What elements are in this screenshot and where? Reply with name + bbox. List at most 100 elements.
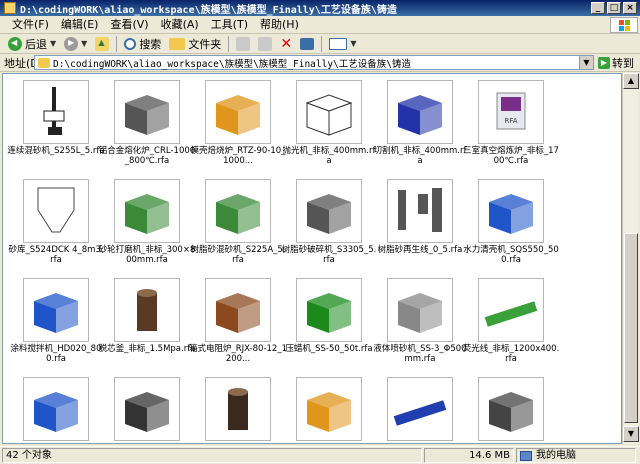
object-count: 42 个对象 (2, 448, 422, 463)
maximize-button[interactable]: □ (607, 2, 621, 14)
up-folder-icon (95, 36, 110, 51)
copy-to-button[interactable] (254, 35, 276, 53)
up-button[interactable] (91, 35, 113, 53)
gray-furnace-icon (114, 80, 180, 144)
scroll-up-button[interactable]: ▲ (623, 73, 639, 89)
computer-icon (520, 450, 532, 461)
total-size: 14.6 MB (424, 448, 514, 463)
back-button[interactable]: 后退 ▼ (4, 35, 60, 53)
menu-tools[interactable]: 工具(T) (205, 17, 254, 33)
folder-icon (4, 2, 16, 14)
menu-file[interactable]: 文件(F) (6, 17, 55, 33)
status-bar: 42 个对象 14.6 MB 我的电脑 (0, 446, 640, 464)
back-label: 后退 (25, 37, 47, 51)
search-label: 搜索 (139, 37, 162, 51)
file-item[interactable]: 涂料搅拌机_HD020_800.rfa (11, 274, 101, 374)
forward-button[interactable]: ▼ (60, 35, 91, 53)
wire-box-icon (296, 80, 362, 144)
file-item[interactable]: 连续混砂机_S255L_5.rfa (7, 76, 105, 176)
blue-conveyor-icon (387, 377, 453, 441)
file-name: 切割机_非标_400mm.rfa (373, 146, 467, 166)
chevron-down-icon[interactable]: ▼ (50, 39, 56, 48)
file-item[interactable]: 抛光机_非标_400mm.rfa (283, 76, 375, 176)
chevron-down-icon[interactable]: ▼ (350, 39, 356, 48)
file-item[interactable] (284, 373, 374, 443)
file-item[interactable]: RFA 三室真空熔炼炉_非标_1700℃.rfa (463, 76, 559, 176)
file-item[interactable] (193, 373, 283, 443)
scroll-down-button[interactable]: ▼ (623, 426, 639, 442)
gantry-mixer-icon (23, 80, 89, 144)
vertical-scrollbar[interactable]: ▲ ▼ (622, 73, 639, 444)
go-button[interactable]: ▶ 转到 (598, 55, 634, 71)
menu-view[interactable]: 查看(V) (104, 17, 154, 33)
menu-edit[interactable]: 编辑(E) (55, 17, 105, 33)
file-item[interactable]: 切割机_非标_400mm.rfa (374, 76, 466, 176)
file-item[interactable]: 树脂砂破碎机_S3305_5.rfa (282, 175, 376, 275)
folder-icon (169, 37, 186, 50)
zone-label: 我的电脑 (536, 450, 576, 461)
fluorescent-line-icon (478, 278, 544, 342)
cutting-machine-icon (387, 80, 453, 144)
file-name: 荧光线_非标_1200x400.rfa (462, 344, 560, 364)
folders-label: 文件夹 (188, 37, 222, 51)
file-item[interactable]: 压蜡机_SS-50_50t.rfa (284, 274, 374, 374)
menu-help[interactable]: 帮助(H) (254, 17, 305, 33)
file-item[interactable]: 树脂砂混砂机_S225A_5.rfa (190, 175, 286, 275)
window-controls: _ □ × (591, 2, 637, 14)
file-item[interactable]: 液体喷砂机_SS-3_Φ500mm.rfa (373, 274, 467, 374)
file-item[interactable]: 荧光线_非标_1200x400.rfa (463, 274, 559, 374)
toolbar-separator (116, 35, 118, 52)
address-input[interactable]: D:\codingWORK\aliao_workspace\族模型\族模型_Fi… (34, 55, 594, 70)
file-name: 脱芯釜_非标_1.5Mpa.rfa (98, 344, 196, 354)
file-item[interactable] (11, 373, 101, 443)
toolbar: 后退 ▼ ▼ 搜索 文件夹 ✕ ▼ (0, 34, 640, 54)
blue-machine-icon (23, 377, 89, 441)
views-button[interactable]: ▼ (325, 35, 360, 53)
undo-button[interactable] (296, 35, 318, 53)
cylinder-icon (114, 278, 180, 342)
wax-press-icon (296, 278, 362, 342)
file-name: 树脂砂混砂机_S225A_5.rfa (190, 245, 286, 265)
title-bar[interactable]: D:\codingWORK\aliao_workspace\族模型\族模型_Fi… (0, 0, 640, 16)
chevron-down-icon[interactable]: ▼ (81, 39, 87, 48)
file-view[interactable]: 连续混砂机_S255L_5.rfa 铝合金熔化炉_CRL-1000_800℃.r… (2, 73, 622, 444)
undo-icon (300, 37, 315, 50)
address-path[interactable]: D:\codingWORK\aliao_workspace\族模型\族模型_Fi… (53, 56, 579, 70)
menu-favorites[interactable]: 收藏(A) (155, 17, 205, 33)
regeneration-line-icon (387, 179, 453, 243)
minimize-button[interactable]: _ (591, 2, 605, 14)
file-item[interactable]: 砂轮打磨机_非标_300×800mm.rfa (99, 175, 195, 275)
blue-cabinet-icon (23, 278, 89, 342)
file-item[interactable] (375, 373, 465, 443)
file-item[interactable]: 水力清壳机_SQS550_500.rfa (463, 175, 559, 275)
close-button[interactable]: × (623, 2, 637, 14)
file-name: 模壳焙烧炉_RTZ-90-10_1000... (190, 146, 286, 166)
search-button[interactable]: 搜索 (120, 35, 165, 53)
small-press-icon (478, 377, 544, 441)
delete-button[interactable]: ✕ (276, 35, 296, 53)
silo-icon (23, 179, 89, 243)
file-name: 树脂砂再生线_0_5.rfa (377, 245, 463, 255)
file-item[interactable] (102, 373, 192, 443)
tall-cabinet-icon (114, 377, 180, 441)
go-arrow-icon: ▶ (598, 57, 610, 69)
windows-logo-icon (610, 17, 638, 33)
search-icon (124, 37, 137, 50)
file-item[interactable]: 树脂砂再生线_0_5.rfa (375, 175, 465, 275)
move-to-button[interactable] (232, 35, 254, 53)
folders-button[interactable]: 文件夹 (165, 35, 225, 53)
toolbar-separator (321, 35, 323, 52)
brown-box-icon (205, 278, 271, 342)
file-item[interactable]: 铝合金熔化炉_CRL-1000_800℃.rfa (99, 76, 195, 176)
file-item[interactable] (466, 373, 556, 443)
scroll-thumb[interactable] (624, 233, 638, 423)
file-item[interactable]: 模壳焙烧炉_RTZ-90-10_1000... (191, 76, 285, 176)
file-name: 树脂砂破碎机_S3305_5.rfa (281, 245, 377, 265)
file-item[interactable]: 砂库_S524DCK 4_8m3.rfa (8, 175, 104, 275)
file-item[interactable]: 脱芯釜_非标_1.5Mpa.rfa (99, 274, 195, 374)
file-name: 液体喷砂机_SS-3_Φ500mm.rfa (373, 344, 467, 364)
file-item[interactable]: 箱式电阻炉_RJX-80-12_1200... (189, 274, 287, 374)
dark-cylinder-icon (205, 377, 271, 441)
chevron-down-icon[interactable]: ▼ (579, 56, 593, 69)
menu-bar: 文件(F) 编辑(E) 查看(V) 收藏(A) 工具(T) 帮助(H) (0, 16, 640, 34)
